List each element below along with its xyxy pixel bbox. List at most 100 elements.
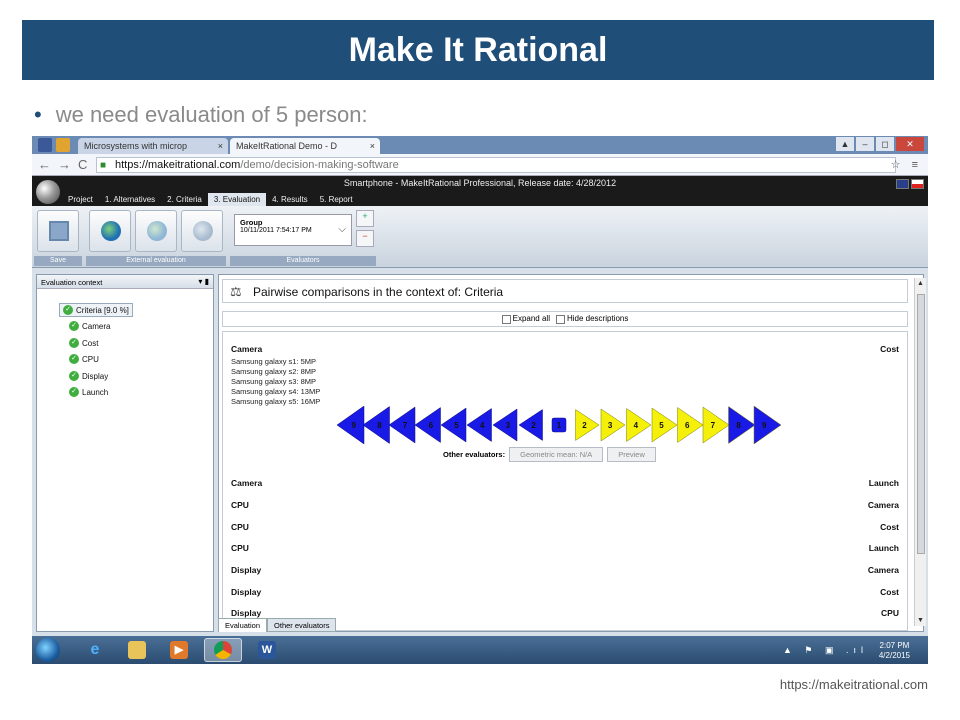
english-flag-icon[interactable] <box>896 179 909 189</box>
slide-title: Make It Rational <box>22 20 934 80</box>
scale-value-label: 2 <box>531 421 536 430</box>
chrome-icon <box>214 641 232 659</box>
close-window-button[interactable]: ✕ <box>896 137 924 151</box>
external-eval-button-1[interactable] <box>89 210 131 252</box>
menu-alternatives[interactable]: 1. Alternatives <box>99 193 161 206</box>
external-eval-button-3[interactable] <box>181 210 223 252</box>
media-taskbar-button[interactable]: ▶ <box>160 638 198 662</box>
external-evaluation-group: External evaluation <box>86 208 226 266</box>
chevron-down-icon: ⌵ <box>338 224 346 235</box>
tree-item-cost[interactable]: ✓ Cost <box>69 338 98 348</box>
pair-left-criterion[interactable]: CPU <box>231 500 249 510</box>
pair-right-criterion: Cost <box>880 344 899 354</box>
scale-value-label: 2 <box>582 421 587 430</box>
start-button[interactable] <box>36 638 60 662</box>
preview-button[interactable]: Preview <box>607 447 656 462</box>
balance-scale-icon: ⚖ <box>230 284 242 299</box>
url-input[interactable]: ■ https://makeitrational.com/demo/decisio… <box>96 157 896 173</box>
explorer-taskbar-button[interactable] <box>118 638 156 662</box>
scale-arrow-left[interactable] <box>336 406 365 444</box>
menu-evaluation[interactable]: 3. Evaluation <box>207 193 267 206</box>
external-eval-button-2[interactable] <box>135 210 177 252</box>
expand-all-checkbox[interactable]: Expand all <box>501 314 550 324</box>
pair-right-criterion[interactable]: Camera <box>868 565 899 575</box>
pair-right-criterion[interactable]: Cost <box>880 587 899 597</box>
word-taskbar-button[interactable]: W <box>248 638 286 662</box>
hide-descriptions-checkbox[interactable]: Hide descriptions <box>555 314 628 324</box>
slide-bullet: • we need evaluation of 5 person: <box>34 102 368 127</box>
tree-root-criteria[interactable]: ✓ Criteria [9.0 %] <box>59 303 133 317</box>
minimize-button[interactable]: – <box>856 137 874 151</box>
user-icon[interactable]: ▲ <box>836 137 854 151</box>
tab-other-evaluators[interactable]: Other evaluators <box>267 618 337 632</box>
save-icon <box>49 221 69 241</box>
scale-arrow-right[interactable] <box>677 407 704 443</box>
scale-arrow-right[interactable] <box>702 406 730 444</box>
pair-left-criterion[interactable]: CPU <box>231 543 249 553</box>
pairwise-panel: ⚖ Pairwise comparisons in the context of:… <box>218 274 924 632</box>
pair-left-criterion[interactable]: Camera <box>231 478 262 488</box>
word-icon: W <box>258 641 276 659</box>
geometric-mean-button[interactable]: Geometric mean: N/A <box>509 447 604 462</box>
pair-left-criterion[interactable]: Display <box>231 587 261 597</box>
scale-arrow-right[interactable] <box>728 406 756 444</box>
ie-taskbar-button[interactable]: e <box>76 638 114 662</box>
back-icon[interactable]: ← <box>38 157 51 172</box>
pair-left-criterion[interactable]: Display <box>231 608 261 618</box>
scale-arrow-right[interactable] <box>626 408 652 442</box>
tree-item-launch[interactable]: ✓ Launch <box>69 387 108 397</box>
maximize-button[interactable]: ◻ <box>876 137 894 151</box>
menu-criteria[interactable]: 2. Criteria <box>161 193 208 206</box>
scale-arrow-right[interactable] <box>600 408 626 442</box>
pair-right-criterion[interactable]: Cost <box>880 522 899 532</box>
scale-value-label: 9 <box>352 421 357 430</box>
menu-icon[interactable]: ☆ ≡ <box>891 158 922 171</box>
tree-item-display[interactable]: ✓ Display <box>69 371 108 381</box>
scale-value-label: 5 <box>454 421 459 430</box>
vertical-scrollbar[interactable]: ▲ ▼ <box>914 278 926 626</box>
comparison-scale[interactable]: 9 8 7 6 5 4 3 2 1 2 3 4 5 6 7 8 9 <box>325 406 805 444</box>
check-icon: ✓ <box>69 321 79 331</box>
globe-icon <box>193 221 213 241</box>
menu-report[interactable]: 5. Report <box>314 193 359 206</box>
scale-value-label: 5 <box>659 421 664 430</box>
reload-icon[interactable]: C <box>78 157 87 172</box>
browser-tab-1[interactable]: Microsystems with microp × <box>78 138 228 154</box>
pair-left-criterion[interactable]: Display <box>231 565 261 575</box>
scroll-up-icon[interactable]: ▲ <box>917 280 924 287</box>
add-evaluator-button[interactable]: + <box>356 210 374 227</box>
menu-project[interactable]: Project <box>62 193 99 206</box>
menu-results[interactable]: 4. Results <box>266 193 314 206</box>
media-player-icon: ▶ <box>170 641 188 659</box>
check-icon: ✓ <box>63 305 73 315</box>
pair-right-criterion[interactable]: Launch <box>869 478 899 488</box>
scale-arrow-right[interactable] <box>575 409 600 441</box>
system-tray[interactable]: ▲ ⚑ ▣ .ıl <box>783 645 868 656</box>
pair-right-criterion[interactable]: Camera <box>868 500 899 510</box>
other-evaluators-row: Other evaluators: Geometric mean: N/A Pr… <box>443 447 656 462</box>
scale-value-label: 6 <box>685 421 690 430</box>
pair-left-criterion[interactable]: CPU <box>231 522 249 532</box>
description-line: Samsung galaxy s2: 8MP <box>231 367 317 376</box>
scale-arrow-right[interactable] <box>651 407 678 443</box>
tree-item-cpu[interactable]: ✓ CPU <box>69 354 99 364</box>
k-tab-icon[interactable] <box>56 138 70 152</box>
taskbar-clock[interactable]: 2:07 PM 4/2/2015 <box>879 641 910 661</box>
chrome-taskbar-button[interactable] <box>204 638 242 662</box>
evaluator-dropdown[interactable]: Group 10/11/2011 7:54:17 PM ⌵ <box>234 214 352 246</box>
browser-tab-2[interactable]: MakeItRational Demo - D × <box>230 138 380 154</box>
windows-taskbar: e ▶ W ▲ ⚑ ▣ .ıl 2:07 PM 4/2/2015 <box>32 636 928 664</box>
scroll-thumb[interactable] <box>917 294 925 554</box>
forward-icon[interactable]: → <box>58 157 71 172</box>
pair-right-criterion[interactable]: CPU <box>881 608 899 618</box>
pair-right-criterion[interactable]: Launch <box>869 543 899 553</box>
tab-evaluation[interactable]: Evaluation <box>218 618 268 632</box>
polish-flag-icon[interactable] <box>911 179 924 189</box>
scroll-down-icon[interactable]: ▼ <box>917 617 924 624</box>
remove-evaluator-button[interactable]: − <box>356 230 374 247</box>
facebook-tab-icon[interactable] <box>38 138 52 152</box>
save-button[interactable] <box>37 210 79 252</box>
tree-item-camera[interactable]: ✓ Camera <box>69 321 110 331</box>
pin-icon[interactable]: ▾ ▮ <box>198 277 209 286</box>
scale-arrow-right[interactable] <box>753 406 782 444</box>
